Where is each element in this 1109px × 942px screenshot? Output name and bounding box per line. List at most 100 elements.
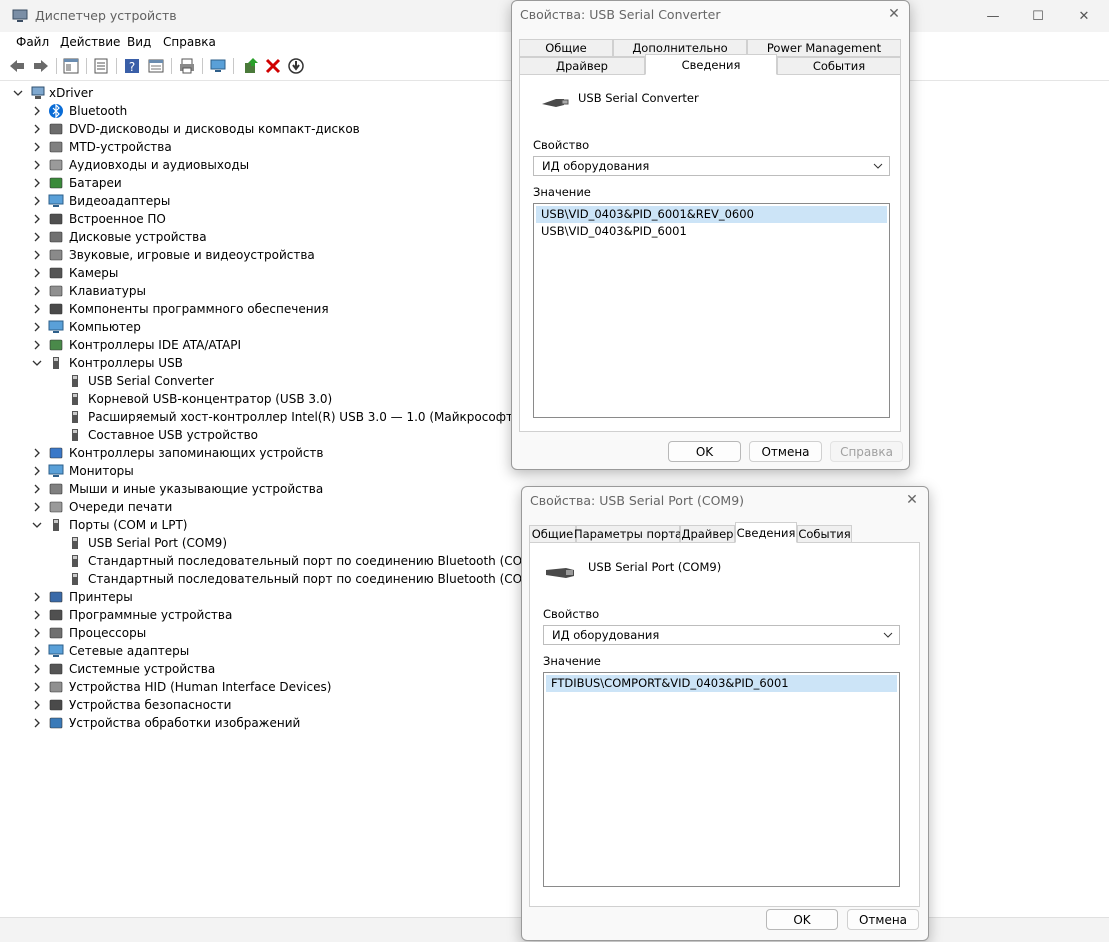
chevron-down-icon[interactable] — [31, 519, 43, 531]
tree-category[interactable]: Звуковые, игровые и видеоустройства — [0, 246, 520, 264]
ok-button[interactable]: OK — [668, 441, 741, 462]
tree-category[interactable]: MTD-устройства — [0, 138, 520, 156]
dialog-close-button[interactable]: ✕ — [880, 3, 908, 25]
tree-category[interactable]: Контроллеры IDE ATA/ATAPI — [0, 336, 520, 354]
chevron-right-icon[interactable] — [31, 699, 43, 711]
tab-port-settings[interactable]: Параметры порта — [574, 525, 682, 543]
menu-view[interactable]: Вид — [127, 35, 151, 49]
tree-category[interactable]: Встроенное ПО — [0, 210, 520, 228]
tree-category[interactable]: Устройства безопасности — [0, 696, 520, 714]
chevron-right-icon[interactable] — [31, 609, 43, 621]
cancel-button[interactable]: Отмена — [749, 441, 822, 462]
chevron-right-icon[interactable] — [31, 663, 43, 675]
tree-category[interactable]: Клавиатуры — [0, 282, 520, 300]
chevron-right-icon[interactable] — [31, 123, 43, 135]
tree-category[interactable]: Контроллеры USB — [0, 354, 520, 372]
tab-general[interactable]: Общие — [529, 525, 576, 543]
chevron-right-icon[interactable] — [31, 141, 43, 153]
tree-device[interactable]: Корневой USB-концентратор (USB 3.0) — [0, 390, 520, 408]
forward-icon[interactable] — [32, 57, 50, 75]
tree-category[interactable]: Компьютер — [0, 318, 520, 336]
chevron-right-icon[interactable] — [31, 105, 43, 117]
chevron-right-icon[interactable] — [31, 717, 43, 729]
tab-general[interactable]: Общие — [519, 39, 613, 57]
tab-details[interactable]: Сведения — [735, 522, 797, 543]
tree-category[interactable]: DVD-дисководы и дисководы компакт-дисков — [0, 120, 520, 138]
view-icon[interactable] — [147, 57, 165, 75]
scan-hardware-icon[interactable] — [209, 57, 227, 75]
chevron-right-icon[interactable] — [31, 267, 43, 279]
tree-category[interactable]: Камеры — [0, 264, 520, 282]
tree-device[interactable]: Стандартный последовательный порт по сое… — [0, 570, 552, 588]
menu-action[interactable]: Действие — [60, 35, 120, 49]
property-select[interactable]: ИД оборудования — [533, 156, 890, 176]
print-icon[interactable] — [178, 57, 196, 75]
minimize-button[interactable]: — — [970, 0, 1016, 32]
value-list[interactable]: FTDIBUS\COMPORT&VID_0403&PID_6001 — [543, 672, 900, 887]
tab-events[interactable]: События — [797, 525, 852, 543]
maximize-button[interactable]: ☐ — [1015, 0, 1061, 32]
chevron-right-icon[interactable] — [31, 627, 43, 639]
download-icon[interactable] — [287, 57, 305, 75]
uninstall-device-icon[interactable] — [264, 57, 282, 75]
tree-category[interactable]: Порты (COM и LPT) — [0, 516, 520, 534]
help-icon[interactable]: ? — [123, 57, 141, 75]
menu-file[interactable]: Файл — [16, 35, 49, 49]
chevron-right-icon[interactable] — [31, 285, 43, 297]
list-item[interactable]: FTDIBUS\COMPORT&VID_0403&PID_6001 — [546, 675, 897, 692]
tree-category[interactable]: Мониторы — [0, 462, 520, 480]
ok-button[interactable]: OK — [766, 909, 838, 930]
tree-category[interactable]: Принтеры — [0, 588, 520, 606]
tree-category[interactable]: Видеоадаптеры — [0, 192, 520, 210]
tree-device[interactable]: USB Serial Converter — [0, 372, 520, 390]
chevron-right-icon[interactable] — [31, 591, 43, 603]
tree-category[interactable]: Процессоры — [0, 624, 520, 642]
chevron-right-icon[interactable] — [31, 321, 43, 333]
tree-category[interactable]: Компоненты программного обеспечения — [0, 300, 520, 318]
tree-device[interactable]: Расширяемый хост-контроллер Intel(R) USB… — [0, 408, 520, 426]
chevron-down-icon[interactable] — [12, 87, 24, 99]
tree-category[interactable]: Устройства HID (Human Interface Devices) — [0, 678, 520, 696]
chevron-right-icon[interactable] — [31, 483, 43, 495]
chevron-right-icon[interactable] — [31, 339, 43, 351]
tree-category[interactable]: Батареи — [0, 174, 520, 192]
tab-details[interactable]: Сведения — [645, 54, 777, 75]
tab-events[interactable]: События — [777, 57, 901, 75]
property-select[interactable]: ИД оборудования — [543, 625, 900, 645]
menu-help[interactable]: Справка — [163, 35, 216, 49]
tree-category[interactable]: Bluetooth — [0, 102, 520, 120]
list-item[interactable]: USB\VID_0403&PID_6001&REV_0600 — [536, 206, 887, 223]
help-button[interactable]: Справка — [830, 441, 903, 462]
list-item[interactable]: USB\VID_0403&PID_6001 — [536, 223, 887, 240]
tree-category[interactable]: Контроллеры запоминающих устройств — [0, 444, 520, 462]
chevron-right-icon[interactable] — [31, 231, 43, 243]
tree-category[interactable]: Аудиовходы и аудиовыходы — [0, 156, 520, 174]
update-driver-icon[interactable] — [242, 57, 260, 75]
value-list[interactable]: USB\VID_0403&PID_6001&REV_0600 USB\VID_0… — [533, 203, 890, 418]
tree-root[interactable]: xDriver — [0, 84, 400, 102]
tab-driver[interactable]: Драйвер — [519, 57, 645, 75]
tree-category[interactable]: Сетевые адаптеры — [0, 642, 520, 660]
tree-category[interactable]: Дисковые устройства — [0, 228, 520, 246]
chevron-right-icon[interactable] — [31, 303, 43, 315]
tree-category[interactable]: Программные устройства — [0, 606, 520, 624]
chevron-right-icon[interactable] — [31, 465, 43, 477]
chevron-right-icon[interactable] — [31, 501, 43, 513]
chevron-right-icon[interactable] — [31, 645, 43, 657]
tree-category[interactable]: Очереди печати — [0, 498, 520, 516]
back-icon[interactable] — [8, 57, 26, 75]
close-button[interactable]: ✕ — [1061, 0, 1107, 32]
properties-icon[interactable] — [92, 57, 110, 75]
tab-driver[interactable]: Драйвер — [680, 525, 735, 543]
chevron-right-icon[interactable] — [31, 159, 43, 171]
chevron-right-icon[interactable] — [31, 681, 43, 693]
chevron-right-icon[interactable] — [31, 177, 43, 189]
tree-device[interactable]: Стандартный последовательный порт по сое… — [0, 552, 552, 570]
tree-category[interactable]: Мыши и иные указывающие устройства — [0, 480, 520, 498]
tree-device[interactable]: USB Serial Port (COM9) — [0, 534, 520, 552]
chevron-down-icon[interactable] — [31, 357, 43, 369]
chevron-right-icon[interactable] — [31, 195, 43, 207]
chevron-right-icon[interactable] — [31, 249, 43, 261]
cancel-button[interactable]: Отмена — [847, 909, 919, 930]
tree-device[interactable]: Составное USB устройство — [0, 426, 520, 444]
